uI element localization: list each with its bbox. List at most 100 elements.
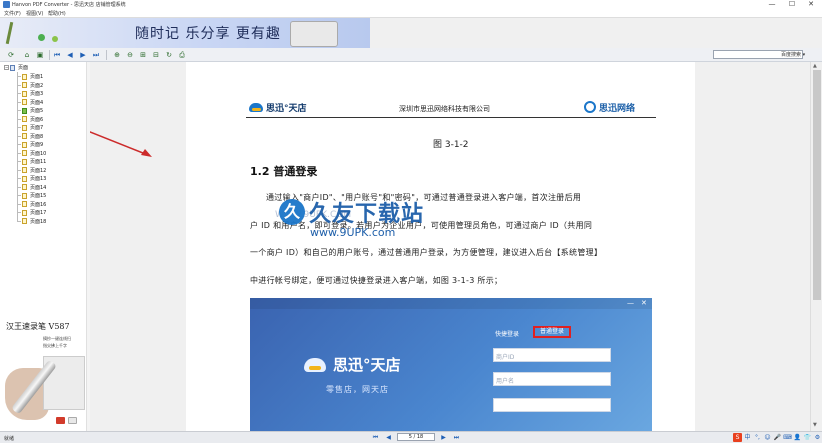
scroll-down-icon[interactable]: ▼ [813, 422, 817, 428]
brand-slogan: 零售店，网天店 [326, 385, 389, 394]
tree-connector [17, 101, 21, 103]
minimize-button[interactable]: — [763, 0, 781, 9]
brand-name: 思迅°天店 [333, 356, 401, 374]
page-icon [22, 133, 27, 139]
page-icon [22, 184, 27, 190]
close-button[interactable]: ✕ [802, 0, 820, 9]
document-viewer[interactable]: 思迅°天店 深圳市思迅网络科技有限公司 思迅网络 图 3-1-2 1.2 普通登… [90, 62, 810, 431]
page-icon [22, 116, 27, 122]
page-icon [22, 90, 27, 97]
tree-page-label: 页面14 [30, 184, 47, 191]
tree-page-label: 页面12 [30, 167, 47, 174]
save-icon[interactable]: ▣ [35, 50, 45, 60]
ad-title: 汉王速录笔 V587 [6, 322, 70, 331]
refresh-icon[interactable]: ⟳ [6, 50, 16, 60]
ring-logo-icon [584, 101, 596, 113]
page-number-field[interactable]: 5 / 18 [397, 433, 435, 441]
status-prev-page-icon[interactable]: ◀ [384, 433, 393, 442]
cloud-logo-icon [304, 357, 326, 372]
status-first-page-icon[interactable]: ⏮ [371, 433, 380, 442]
first-page-icon[interactable]: ⏮ [52, 50, 62, 60]
page-icon [22, 73, 27, 80]
zoom-in-icon[interactable]: ⊕ [112, 50, 122, 60]
title-bar: Hanvon PDF Converter - 思迅天店 店铺管理系统 — ☐ ✕ [0, 0, 822, 9]
page-icon [22, 82, 27, 88]
page-tree: − 页面 页面1 页面2 页面3 页面4 页面5 页面6 页面7 页面8 页面9 页面10 页面11… [0, 62, 86, 308]
tree-root-label: 页面 [18, 65, 29, 71]
ad-tagline: 指尖拂上千字 [43, 343, 67, 348]
maximize-button[interactable]: ☐ [783, 0, 801, 9]
tree-connector [17, 135, 21, 137]
ad-more-button[interactable] [68, 417, 77, 424]
last-page-icon[interactable]: ⏭ [91, 50, 101, 60]
collapse-icon[interactable]: − [4, 65, 9, 70]
page-icon [22, 201, 27, 207]
menu-bar: 文件(F) 视图(V) 帮助(H) [0, 9, 822, 18]
tree-connector [17, 144, 21, 145]
tree-page-label: 页面18 [30, 218, 47, 225]
screenshot-minimize-icon: — [627, 299, 634, 307]
ime-settings-icon[interactable]: ⚙ [813, 433, 822, 442]
next-page-icon[interactable]: ▶ [78, 50, 88, 60]
cloud-logo-icon [249, 102, 263, 112]
ime-chinese-icon[interactable]: 中 [743, 433, 752, 442]
status-text: 就绪 [4, 436, 15, 442]
prev-page-icon[interactable]: ◀ [65, 50, 75, 60]
ad-tagline: 摘抄一键连线扫 [43, 336, 71, 341]
print-icon[interactable]: ⎙ [177, 50, 187, 60]
tree-connector [17, 127, 21, 128]
menu-help[interactable]: 帮助(H) [48, 10, 66, 17]
watermark-logo-icon: 久 [279, 199, 305, 225]
header-rule [246, 117, 656, 118]
promo-banner[interactable]: 随时记 乐分享 更有趣 [0, 18, 370, 48]
tree-connector [17, 203, 21, 205]
status-last-page-icon[interactable]: ⏭ [452, 433, 461, 442]
sidebar: − 页面 页面1 页面2 页面3 页面4 页面5 页面6 页面7 页面8 页面9 页面10 页面11… [0, 62, 90, 431]
fit-width-icon[interactable]: ⊟ [151, 50, 161, 60]
tree-root[interactable]: − 页面 [4, 63, 28, 72]
ime-keyboard-icon[interactable]: ⌨ [783, 433, 792, 442]
tree-connector [17, 161, 21, 162]
tree-page-label: 页面4 [30, 99, 44, 106]
menu-view[interactable]: 视图(V) [26, 10, 43, 17]
ime-logo-icon[interactable]: S [733, 432, 742, 442]
tree-page-label: 页面8 [30, 133, 44, 140]
ime-user-icon[interactable]: 👤 [793, 433, 802, 442]
tree-page-label: 页面2 [30, 82, 44, 89]
watermark-text: 久友下载站 [309, 202, 425, 227]
tree-connector [17, 118, 21, 120]
ime-punct-icon[interactable]: °, [753, 433, 762, 442]
search-engine-button[interactable]: 百度搜索 ▾ [781, 51, 805, 58]
ad-panel[interactable]: 汉王速录笔 V587 摘抄一键连线扫 指尖拂上千字 [1, 308, 87, 430]
scroll-up-icon[interactable]: ▲ [813, 63, 817, 69]
tree-page-label: 页面6 [30, 116, 44, 123]
password-field [493, 398, 611, 412]
login-screenshot: — ✕ 思迅°天店 零售店，网天店 快捷登录 普通登录 商户ID 用户名 [250, 298, 652, 431]
ime-voice-icon[interactable]: 🎤 [773, 433, 782, 442]
ime-skin-icon[interactable]: 👕 [803, 433, 812, 442]
menu-file[interactable]: 文件(F) [4, 10, 21, 17]
tree-page-label: 页面7 [30, 125, 44, 131]
page-icon [22, 192, 27, 199]
company-name: 深圳市思迅网络科技有限公司 [399, 105, 490, 113]
vertical-scrollbar[interactable]: ▲ ▼ [810, 62, 822, 431]
tree-connector [17, 152, 21, 154]
tab-quick-login: 快捷登录 [495, 331, 520, 338]
page-icon [22, 167, 27, 173]
window-title: Hanvon PDF Converter - 思迅天店 店铺管理系统 [12, 2, 126, 8]
toolbar: ⟳ ⌂ ▣ ⏮ ◀ ▶ ⏭ ⊕ ⊖ ⊞ ⊟ ↻ ⎙ [0, 48, 822, 62]
ad-buy-button[interactable] [56, 417, 65, 424]
merchant-id-field: 商户ID [493, 348, 611, 362]
rotate-icon[interactable]: ↻ [164, 50, 174, 60]
tree-connector [17, 178, 21, 179]
screenshot-close-icon: ✕ [641, 299, 647, 307]
fit-page-icon[interactable]: ⊞ [138, 50, 148, 60]
status-next-page-icon[interactable]: ▶ [439, 433, 448, 442]
tree-page-item[interactable]: 页面18 [17, 217, 46, 226]
site-watermark: 久 久友下载站 [279, 196, 424, 228]
ime-emoji-icon[interactable]: ☺ [763, 433, 772, 442]
screenshot-titlebar [250, 298, 652, 309]
zoom-out-icon[interactable]: ⊖ [125, 50, 135, 60]
scroll-thumb[interactable] [813, 70, 821, 300]
open-icon[interactable]: ⌂ [22, 50, 32, 60]
